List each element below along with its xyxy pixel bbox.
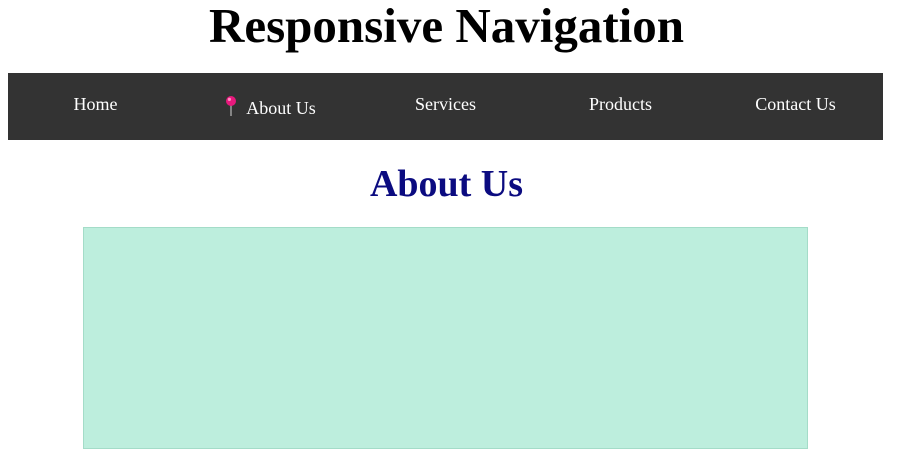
page-title: Responsive Navigation [208, 0, 685, 53]
nav-item-label: Products [589, 94, 652, 114]
nav-item-contact-us[interactable]: Contact Us [708, 73, 883, 140]
section-heading: About Us [369, 163, 524, 205]
content-box [83, 227, 808, 449]
nav-item-label: Contact Us [755, 94, 836, 114]
pushpin-icon [225, 95, 237, 117]
nav-item-home[interactable]: Home [8, 73, 183, 140]
navigation-bar: Home About Us Services Products Contact … [8, 73, 883, 140]
nav-item-label: Services [415, 94, 476, 114]
nav-item-label: About Us [246, 98, 316, 118]
nav-item-products[interactable]: Products [533, 73, 708, 140]
nav-item-about-us[interactable]: About Us [183, 73, 358, 140]
nav-item-label: Home [73, 94, 118, 114]
nav-item-services[interactable]: Services [358, 73, 533, 140]
